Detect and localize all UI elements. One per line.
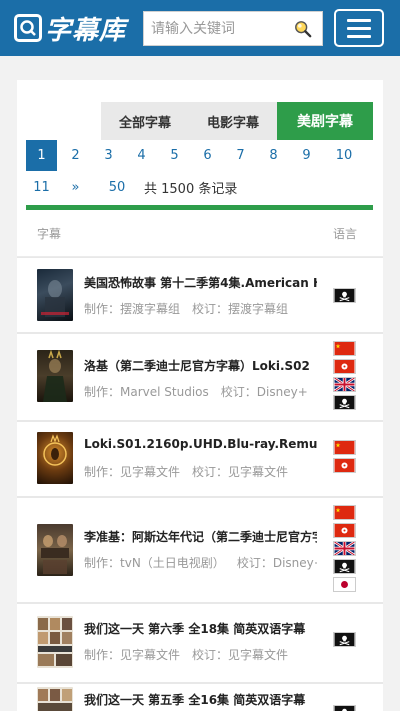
category-tabs: 全部字幕 电影字幕 美剧字幕 [101,102,373,140]
reviser-label: 校订： [192,648,229,662]
subtitle-title-link[interactable]: 洛基（第二季迪士尼官方字幕）Loki.S02 [84,357,317,374]
page-link-2[interactable]: 2 [60,140,91,171]
language-flags [333,288,357,306]
hongkong-flag-icon [333,523,356,538]
search-icon[interactable] [294,20,312,38]
tab-us-tv-subtitles[interactable]: 美剧字幕 [277,102,373,140]
subtitle-title-link[interactable]: Loki.S01.2160p.UHD.Blu-ray.Remux.HEVC [84,437,317,451]
page-link-9[interactable]: 9 [291,140,322,171]
poster-image[interactable] [37,269,73,321]
maker-name: 摆渡字幕组 [120,302,181,316]
subtitle-row[interactable]: 洛基（第二季迪士尼官方字幕）Loki.S02 制作：Marvel Studios… [17,333,383,421]
hamburger-line [347,26,371,30]
pirate-flag-icon [333,395,356,410]
page-link-3[interactable]: 3 [93,140,124,171]
tab-movie-subtitles[interactable]: 电影字幕 [189,102,277,140]
subtitle-title-link[interactable]: 李准基：阿斯达年代记（第二季迪士尼官方字幕） [84,528,317,545]
subtitle-title-link[interactable]: 我们这一天 第五季 全16集 简英双语字幕 [84,691,317,708]
subtitle-row[interactable]: 我们这一天 第五季 全16集 简英双语字幕 [17,683,383,711]
subtitle-row[interactable]: Loki.S01.2160p.UHD.Blu-ray.Remux.HEVC 制作… [17,421,383,497]
maker-name: 见字幕文件 [120,465,181,479]
reviser-label: 校订： [236,556,273,570]
poster-image[interactable] [37,350,73,402]
page-next-button[interactable]: » [60,172,91,203]
subtitle-row[interactable]: 我们这一天 第六季 全18集 简英双语字幕 制作：见字幕文件 校订：见字幕文件 [17,603,383,683]
language-flags [333,341,357,413]
maker-label: 制作： [84,385,121,399]
column-language-label: 语言 [332,227,357,241]
search-box [143,11,323,46]
subtitle-meta: 制作：见字幕文件 校订：见字幕文件 [84,463,317,480]
maker-label: 制作： [84,648,121,662]
page-link-1[interactable]: 1 [26,140,57,171]
hongkong-flag-icon [333,458,356,473]
language-flags [333,505,357,595]
page-link-last[interactable]: 50 [99,172,135,203]
page-link-8[interactable]: 8 [258,140,289,171]
japan-flag-icon [333,577,356,592]
top-header: 字幕库 [0,0,400,56]
reviser-label: 校订： [192,465,229,479]
subtitle-row[interactable]: 美国恐怖故事 第十二季第4集.American Horror Story 制作：… [17,257,383,333]
subtitle-row[interactable]: 李准基：阿斯达年代记（第二季迪士尼官方字幕） 制作：tvN（土日电视剧） 校订：D… [17,497,383,603]
reviser-name: Disney+ [256,385,308,399]
maker-label: 制作： [84,465,121,479]
record-count: 共 1500 条记录 [144,182,238,197]
poster-image[interactable] [37,432,73,484]
site-logo[interactable]: 字幕库 [14,12,127,46]
maker-label: 制作： [84,302,121,316]
pirate-flag-icon [333,705,356,711]
poster-image[interactable] [37,524,73,576]
subtitle-meta: 制作：见字幕文件 校订：见字幕文件 [84,646,317,663]
page-link-7[interactable]: 7 [225,140,256,171]
reviser-name: 见字幕文件 [228,648,289,662]
language-flags [333,632,357,650]
hongkong-flag-icon [333,359,356,374]
hamburger-line [347,18,371,22]
subtitle-list-panel: 全部字幕 电影字幕 美剧字幕 1 2 3 4 5 6 7 8 9 10 11 »… [17,80,383,711]
menu-button[interactable] [334,9,384,47]
maker-label: 制作： [84,556,121,570]
pirate-flag-icon [333,632,356,647]
china-flag-icon [333,440,356,455]
logo-badge-icon [14,14,42,42]
reviser-name: 摆渡字幕组 [228,302,289,316]
page-link-10[interactable]: 10 [326,140,362,171]
poster-image[interactable] [37,616,73,668]
subtitle-title-link[interactable]: 美国恐怖故事 第十二季第4集.American Horror Story [84,274,317,291]
uk-flag-icon [333,377,356,392]
column-subtitle-label: 字幕 [37,227,62,241]
china-flag-icon [333,341,356,356]
page-link-6[interactable]: 6 [192,140,223,171]
subtitle-meta: 制作：tvN（土日电视剧） 校订：Disney+ [84,554,317,571]
reviser-label: 校订： [192,302,229,316]
page-link-5[interactable]: 5 [159,140,190,171]
language-flags [333,440,357,476]
reviser-name: Disney+ [272,556,317,570]
hamburger-line [347,34,371,38]
reviser-name: 见字幕文件 [228,465,289,479]
tab-all-subtitles[interactable]: 全部字幕 [101,102,189,140]
pirate-flag-icon [333,288,356,303]
china-flag-icon [333,505,356,520]
maker-name: 见字幕文件 [120,648,181,662]
uk-flag-icon [333,541,356,556]
maker-name: Marvel Studios [120,385,209,399]
search-input[interactable] [144,12,284,45]
logo-text: 字幕库 [45,15,127,46]
language-flags [333,705,357,711]
table-header: 字幕 语言 [17,210,383,257]
subtitle-meta: 制作：摆渡字幕组 校订：摆渡字幕组 [84,300,317,317]
page-link-4[interactable]: 4 [126,140,157,171]
maker-name: tvN（土日电视剧） [120,556,225,570]
poster-image[interactable] [37,687,73,711]
subtitle-title-link[interactable]: 我们这一天 第六季 全18集 简英双语字幕 [84,620,317,637]
reviser-label: 校订： [220,385,257,399]
pirate-flag-icon [333,559,356,574]
subtitle-meta: 制作：Marvel Studios 校订：Disney+ [84,383,317,400]
page-link-11[interactable]: 11 [26,172,57,203]
